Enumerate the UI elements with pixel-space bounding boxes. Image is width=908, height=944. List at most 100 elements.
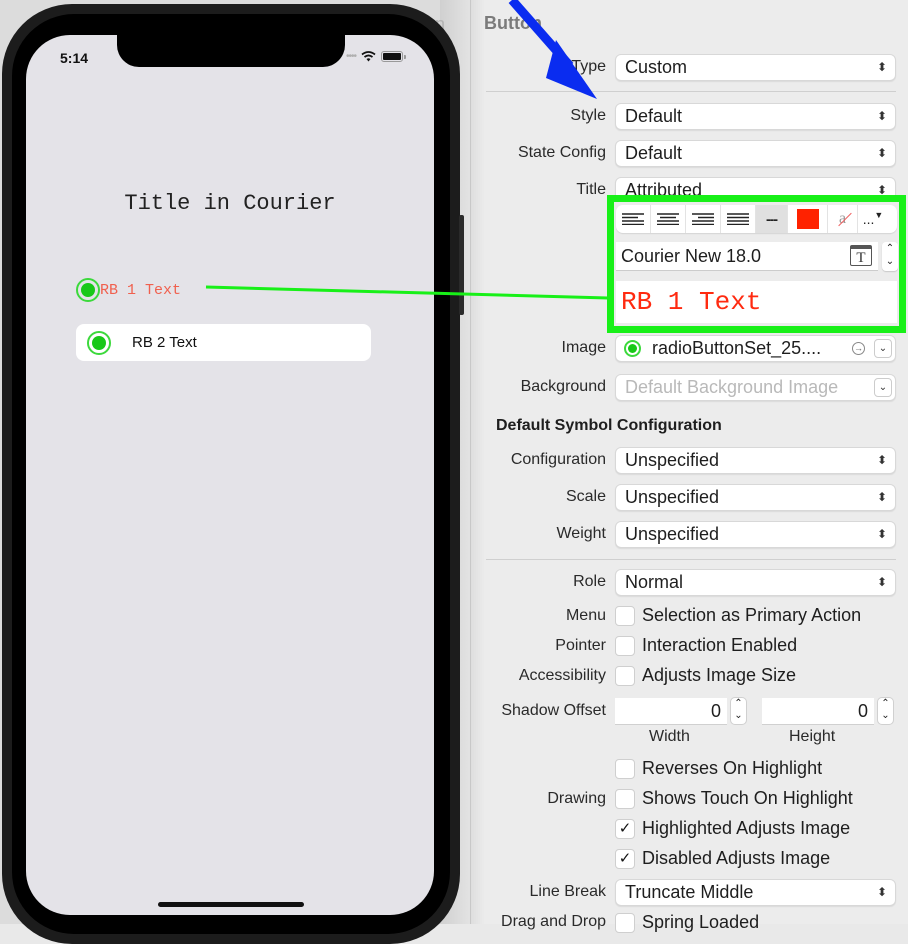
radio-button-2[interactable]: RB 2 Text <box>76 324 371 361</box>
interaction-enabled-label: Interaction Enabled <box>642 635 798 655</box>
text-color-button[interactable] <box>788 205 828 233</box>
width-caption: Width <box>649 728 690 745</box>
reverses-on-highlight-checkbox[interactable] <box>615 759 635 779</box>
background-label: Background <box>520 378 606 395</box>
configuration-label: Configuration <box>510 451 606 468</box>
attributed-text-field[interactable]: RB 1 Text <box>616 281 897 323</box>
align-center-icon <box>657 213 679 225</box>
disabled-adjusts-image-label: Disabled Adjusts Image <box>642 848 831 868</box>
radio-image-thumbnail-icon <box>624 340 641 357</box>
line-break-label: Line Break <box>529 883 607 900</box>
attributed-title-editor: --- a ... ▼ Courier New 18.0 T ⌃ ⌄ RB 1 Te… <box>607 195 906 333</box>
font-field[interactable]: Courier New 18.0 T <box>616 242 878 271</box>
drag-drop-label: Drag and Drop <box>501 913 606 930</box>
chevron-down-icon[interactable]: ⌄ <box>874 378 892 397</box>
shadow-width-field[interactable]: 0 <box>615 698 727 725</box>
style-value: Default <box>625 106 683 126</box>
iphone-side-button <box>459 215 464 315</box>
radio-button-1[interactable]: RB 1 Text <box>76 278 181 302</box>
image-combo[interactable]: radioButtonSet_25.... → ⌄ <box>615 335 896 362</box>
selection-primary-action-label: Selection as Primary Action <box>642 605 862 625</box>
screen-title-label: Title in Courier <box>124 191 336 216</box>
spacing-button[interactable]: --- <box>756 205 788 233</box>
line-break-popup[interactable]: Truncate Middle ⬍ <box>615 879 896 906</box>
font-size-stepper[interactable]: ⌃ ⌄ <box>882 242 898 271</box>
title-label: Title <box>576 181 606 198</box>
checkmark-icon: ✓ <box>618 820 632 837</box>
shadow-height-stepper[interactable]: ⌃ ⌄ <box>877 697 894 725</box>
shows-touch-checkbox[interactable] <box>615 789 635 809</box>
shadow-width-stepper[interactable]: ⌃ ⌄ <box>730 697 747 725</box>
wifi-icon <box>361 51 376 62</box>
radio-button-1-label: RB 1 Text <box>100 281 182 299</box>
home-indicator <box>158 902 304 907</box>
image-label: Image <box>561 339 606 356</box>
more-label: ... <box>862 211 875 227</box>
menu-label: Menu <box>565 607 606 624</box>
chevron-updown-icon: ⬍ <box>876 490 887 504</box>
weight-popup[interactable]: Unspecified ⬍ <box>615 521 896 548</box>
align-justify-icon <box>727 213 749 225</box>
adjusts-image-size-checkbox[interactable] <box>615 666 635 686</box>
highlighted-adjusts-image-checkbox[interactable]: ✓ <box>615 819 635 839</box>
align-justify-button[interactable] <box>721 205 756 233</box>
battery-icon <box>381 51 407 62</box>
accessibility-label: Accessibility <box>518 667 606 684</box>
role-popup[interactable]: Normal ⬍ <box>615 569 896 596</box>
chevron-down-icon[interactable]: ⌄ <box>874 339 892 358</box>
image-value: radioButtonSet_25.... <box>652 338 822 358</box>
chevron-updown-icon: ⬍ <box>876 146 887 160</box>
checkmark-icon: ✓ <box>618 850 632 867</box>
go-to-asset-icon[interactable]: → <box>852 342 865 355</box>
more-options-button[interactable]: ... ▼ <box>858 205 888 233</box>
no-background-color-icon: a <box>838 210 847 227</box>
type-value: Custom <box>625 57 688 77</box>
weight-value: Unspecified <box>625 524 720 544</box>
shows-touch-label: Shows Touch On Highlight <box>642 788 853 808</box>
role-label: Role <box>573 573 606 590</box>
attributes-inspector: Button Type Custom ⬍ Style Default ⬍ Sta… <box>471 0 908 933</box>
notch <box>117 35 345 67</box>
radio-button-2-label: RB 2 Text <box>132 334 197 351</box>
background-combo[interactable]: Default Background Image ⌄ <box>615 374 896 401</box>
scale-popup[interactable]: Unspecified ⬍ <box>615 484 896 511</box>
state-config-value: Default <box>625 143 683 163</box>
cellular-dots-icon: •••• <box>346 50 357 62</box>
style-label: Style <box>570 107 606 124</box>
background-placeholder: Default Background Image <box>625 377 839 397</box>
divider <box>486 91 896 92</box>
selection-primary-action-checkbox[interactable] <box>615 606 635 626</box>
type-popup[interactable]: Custom ⬍ <box>615 54 896 81</box>
dropdown-triangle-icon: ▼ <box>874 210 884 220</box>
height-caption: Height <box>789 728 836 745</box>
reverses-on-highlight-label: Reverses On Highlight <box>642 758 823 778</box>
state-config-popup[interactable]: Default ⬍ <box>615 140 896 167</box>
interaction-enabled-checkbox[interactable] <box>615 636 635 656</box>
chevron-updown-icon: ⬍ <box>876 527 887 541</box>
align-right-button[interactable] <box>686 205 721 233</box>
iphone-screen: 5:14 •••• Title in Courier RB 1 Text RB … <box>26 35 434 915</box>
disabled-adjusts-image-checkbox[interactable]: ✓ <box>615 849 635 869</box>
configuration-popup[interactable]: Unspecified ⬍ <box>615 447 896 474</box>
highlighted-adjusts-image-label: Highlighted Adjusts Image <box>642 818 851 838</box>
align-left-button[interactable] <box>616 205 651 233</box>
style-popup[interactable]: Default ⬍ <box>615 103 896 130</box>
divider <box>486 559 896 560</box>
shadow-offset-label: Shadow Offset <box>501 702 606 719</box>
type-label: Type <box>571 58 606 75</box>
text-color-swatch <box>796 209 819 229</box>
shadow-height-field[interactable]: 0 <box>762 698 874 725</box>
adjusts-image-size-label: Adjusts Image Size <box>642 665 797 685</box>
align-right-icon <box>692 213 714 225</box>
align-center-button[interactable] <box>651 205 686 233</box>
background-color-button[interactable]: a <box>828 205 858 233</box>
chevron-updown-icon: ⬍ <box>876 575 887 589</box>
spring-loaded-checkbox[interactable] <box>615 913 635 933</box>
chevron-updown-icon: ⬍ <box>876 109 887 123</box>
spring-loaded-label: Spring Loaded <box>642 912 760 932</box>
status-icons: •••• <box>346 50 407 62</box>
role-value: Normal <box>625 572 684 592</box>
font-value: Courier New 18.0 <box>621 246 762 266</box>
font-picker-icon[interactable]: T <box>850 245 872 266</box>
chevron-updown-icon: ⬍ <box>876 60 887 74</box>
